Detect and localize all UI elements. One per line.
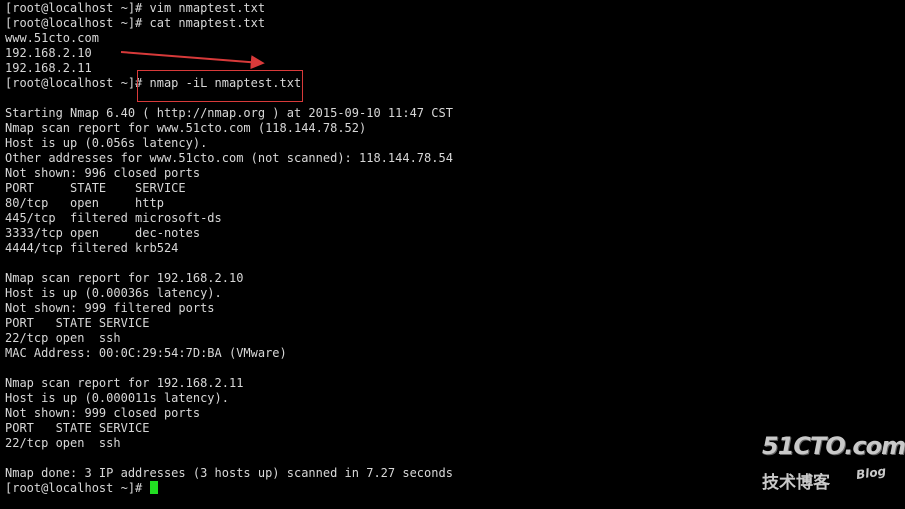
site-watermark: 51CTO.com 技术博客 Blog bbox=[756, 430, 905, 500]
watermark-subtitle: 技术博客 bbox=[762, 473, 830, 493]
watermark-logo-text: 51CTO.com bbox=[762, 432, 905, 460]
watermark-blog: Blog bbox=[855, 463, 887, 483]
